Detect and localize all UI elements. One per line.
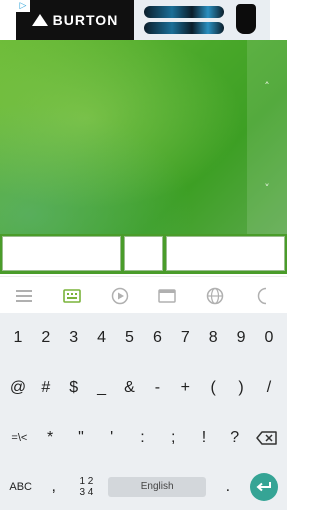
scroll-strip [247, 40, 287, 234]
key-question[interactable]: ? [224, 418, 246, 458]
key-underscore[interactable]: _ [91, 368, 113, 408]
key-ampersand[interactable]: & [119, 368, 141, 408]
key-asterisk[interactable]: * [39, 418, 61, 458]
key-comma[interactable]: , [43, 467, 65, 507]
key-row-symbols: @ # $ _ & - + ( ) / [0, 363, 287, 412]
key-hash[interactable]: # [35, 368, 57, 408]
chevron-up-icon: ˄ [264, 79, 270, 93]
text-field-1[interactable] [2, 236, 121, 271]
key-semicolon[interactable]: ; [162, 418, 184, 458]
space-bar[interactable]: English [108, 476, 207, 497]
enter-icon [256, 481, 271, 491]
binding-image [236, 4, 256, 34]
scroll-up-button[interactable]: ˄ [259, 78, 275, 94]
soft-keyboard: 1 2 3 4 5 6 7 8 9 0 @ # $ _ & - + ( ) / … [0, 313, 287, 510]
key-number-pad[interactable]: 1 2 3 4 [75, 467, 97, 507]
globe-icon[interactable] [204, 285, 226, 307]
snowboard-image [144, 6, 224, 18]
chevron-down-icon: ˅ [264, 181, 270, 195]
key-colon[interactable]: : [131, 418, 153, 458]
key-2[interactable]: 2 [35, 318, 57, 358]
key-plus[interactable]: + [174, 368, 196, 408]
key-7[interactable]: 7 [174, 318, 196, 358]
keyboard-icon[interactable] [61, 285, 83, 307]
key-more-symbols[interactable]: =\< [8, 418, 30, 458]
text-field-2[interactable] [124, 236, 163, 271]
key-dollar[interactable]: $ [63, 368, 85, 408]
keyboard-toolbar [0, 276, 287, 314]
key-row-bottom: ABC , 1 2 3 4 English . [0, 462, 287, 511]
ad-product-image[interactable] [134, 0, 270, 40]
key-double-quote[interactable]: " [70, 418, 92, 458]
more-icon[interactable] [252, 285, 274, 307]
key-number-pad-bottom: 3 4 [79, 486, 94, 498]
key-exclamation[interactable]: ! [193, 418, 215, 458]
key-single-quote[interactable]: ' [101, 418, 123, 458]
clipboard-icon[interactable] [156, 285, 178, 307]
enter-key[interactable] [249, 472, 278, 501]
backspace-icon [255, 430, 277, 445]
ad-choices-icon[interactable]: ▷ [16, 0, 30, 12]
key-8[interactable]: 8 [202, 318, 224, 358]
key-0[interactable]: 0 [258, 318, 280, 358]
text-field-3[interactable] [166, 236, 285, 271]
backspace-key[interactable] [255, 426, 279, 450]
key-slash[interactable]: / [258, 368, 280, 408]
key-row-more-symbols: =\< * " ' : ; ! ? [0, 413, 287, 462]
key-abc[interactable]: ABC [9, 467, 32, 507]
key-6[interactable]: 6 [146, 318, 168, 358]
ad-banner-area: BURTON ▷ [0, 0, 287, 40]
menu-icon[interactable] [13, 285, 35, 307]
content-area: ˄ ˅ [0, 40, 287, 234]
key-number-pad-top: 1 2 [79, 475, 94, 487]
key-minus[interactable]: - [146, 368, 168, 408]
key-5[interactable]: 5 [119, 318, 141, 358]
snowboard-image [144, 22, 224, 34]
ad-brand-logo[interactable]: BURTON [16, 0, 134, 40]
key-1[interactable]: 1 [7, 318, 29, 358]
key-row-numbers: 1 2 3 4 5 6 7 8 9 0 [0, 313, 287, 362]
scroll-down-button[interactable]: ˅ [259, 180, 275, 196]
input-row [0, 234, 287, 274]
key-4[interactable]: 4 [91, 318, 113, 358]
ad-brand-text: BURTON [52, 12, 119, 28]
ad-banner[interactable]: BURTON [16, 0, 270, 40]
key-open-paren[interactable]: ( [202, 368, 224, 408]
key-3[interactable]: 3 [63, 318, 85, 358]
key-at[interactable]: @ [7, 368, 29, 408]
key-period[interactable]: . [217, 467, 239, 507]
mountain-logo-icon [31, 14, 48, 26]
key-close-paren[interactable]: ) [230, 368, 252, 408]
key-9[interactable]: 9 [230, 318, 252, 358]
play-icon[interactable] [109, 285, 131, 307]
